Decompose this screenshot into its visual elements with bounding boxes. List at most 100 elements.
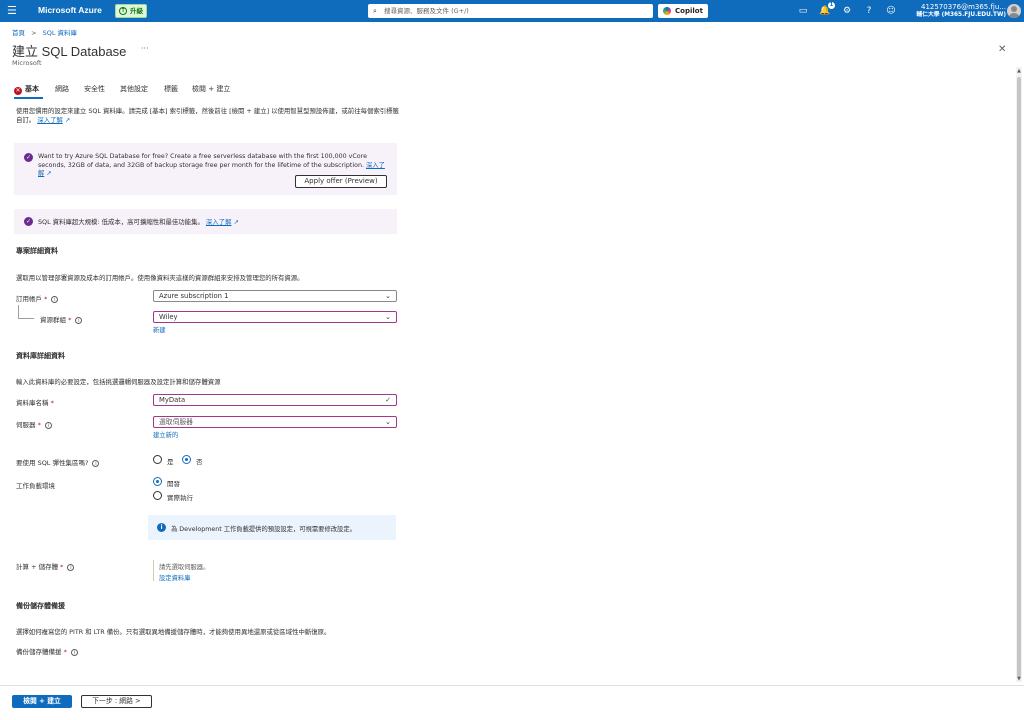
- copilot-icon: [663, 7, 671, 15]
- info-icon: i: [51, 296, 59, 303]
- create-resource-group-link[interactable]: 新建: [153, 325, 166, 334]
- review-create-button[interactable]: 檢閱 + 建立: [12, 695, 72, 708]
- resource-group-select[interactable]: Wiley ⌄: [153, 311, 397, 323]
- avatar[interactable]: [1007, 4, 1021, 18]
- tab-basics[interactable]: ✕ 基本: [14, 84, 39, 95]
- check-icon: ✓: [385, 396, 391, 404]
- workload-info-banner: i 為 Development 工作負載提供的預設設定，可視需要修改設定。: [148, 515, 396, 540]
- upgrade-icon: ↑: [119, 7, 127, 15]
- breadcrumb-separator: >: [31, 29, 37, 37]
- resource-group-label: 資源群組 * i: [40, 314, 83, 324]
- database-name-value: MyData: [159, 396, 186, 404]
- search-placeholder: 搜尋資源、服務及文件 (G+/): [384, 7, 469, 15]
- hyperscale-learn-more-link[interactable]: 深入了解: [206, 218, 232, 226]
- subscription-label: 訂用帳戶 * i: [16, 293, 59, 303]
- help-icon[interactable]: ?: [863, 5, 875, 17]
- info-icon: i: [157, 523, 166, 532]
- chevron-down-icon: ⌄: [385, 292, 391, 300]
- server-label: 伺服器 * i: [16, 419, 52, 429]
- close-icon[interactable]: ✕: [998, 44, 1006, 55]
- menu-icon[interactable]: ☰: [7, 4, 19, 18]
- info-icon: i: [75, 317, 83, 324]
- hyperscale-icon: ✓: [24, 217, 33, 226]
- hyperscale-text: SQL 資料庫超大規模: 低成本，高可擴縮性和最佳功能集。 深入了解 ↗: [38, 218, 239, 226]
- user-org: 輔仁大學 (M365.FJU.EDU.TW): [916, 12, 1006, 18]
- compute-storage-text: 請先選取伺服器。: [159, 564, 210, 571]
- workload-production-label: 實際執行: [167, 494, 193, 502]
- breadcrumb: 首頁 > SQL 資料庫: [12, 27, 77, 37]
- feedback-icon[interactable]: ☺: [885, 5, 897, 17]
- project-details-heading: 專案詳細資料: [16, 247, 58, 255]
- more-options-icon[interactable]: ···: [141, 44, 149, 53]
- global-search-input[interactable]: ⌕ 搜尋資源、服務及文件 (G+/): [368, 4, 653, 18]
- elastic-pool-no-label: 否: [196, 458, 203, 466]
- database-name-label: 資料庫名稱 *: [16, 399, 54, 407]
- elastic-pool-label: 要使用 SQL 彈性集區嗎? i: [16, 457, 100, 467]
- user-name: 412570376@m365.fju...: [920, 3, 1006, 11]
- page-title: 建立 SQL Database: [12, 44, 127, 59]
- subscription-value: Azure subscription 1: [159, 292, 229, 300]
- chevron-down-icon: ⌄: [385, 313, 391, 321]
- backup-redundancy-desc: 選擇如何複寫您的 PITR 和 LTR 備份。只有選取異地備援儲存體時，才能夠使…: [16, 628, 331, 636]
- info-icon: i: [67, 564, 75, 571]
- backup-redundancy-heading: 備份儲存體備援: [16, 602, 65, 610]
- info-icon: i: [70, 649, 78, 656]
- database-details-desc: 輸入此資料庫的必要設定，包括挑選邏輯伺服器及設定計算和儲存體資源: [16, 378, 221, 386]
- info-icon: i: [92, 460, 100, 467]
- active-tab-indicator: [14, 97, 43, 99]
- footer-bar: [0, 685, 1024, 720]
- database-name-input[interactable]: MyData ✓: [153, 394, 397, 406]
- tree-connector: [18, 305, 19, 319]
- info-icon: i: [44, 422, 52, 429]
- offer-icon: ✓: [24, 153, 33, 162]
- page-subtitle: Microsoft: [12, 59, 42, 67]
- scrollbar-thumb[interactable]: [1017, 77, 1021, 677]
- project-details-desc: 選取用以管理部署資源及成本的訂用帳戶。使用像資料夾這樣的資源群組來安排及管理您的…: [16, 274, 304, 282]
- compute-storage-label: 計算 + 儲存體 * i: [16, 561, 75, 571]
- database-details-heading: 資料庫詳細資料: [16, 352, 65, 360]
- tab-tags[interactable]: 標籤: [164, 84, 178, 94]
- apply-offer-button[interactable]: Apply offer (Preview): [295, 175, 387, 188]
- intro-text: 使用您慣用的設定來建立 SQL 資料庫。請完成 [基本] 索引標籤，然後前往 […: [16, 107, 399, 124]
- hyperscale-banner: ✓ SQL 資料庫超大規模: 低成本，高可擴縮性和最佳功能集。 深入了解 ↗: [14, 209, 397, 234]
- server-select[interactable]: 選取伺服器 ⌄: [153, 416, 397, 428]
- error-icon: ✕: [14, 87, 22, 95]
- account-info[interactable]: 412570376@m365.fju... 輔仁大學 (M365.FJU.EDU…: [914, 3, 1006, 19]
- compute-accent-bar: [153, 560, 154, 581]
- configure-database-link[interactable]: 設定資料庫: [159, 573, 190, 582]
- top-bar: ☰ Microsoft Azure ↑ 升級 ⌕ 搜尋資源、服務及文件 (G+/…: [0, 0, 1024, 22]
- workload-production-radio[interactable]: [153, 491, 162, 500]
- tab-additional-settings[interactable]: 其他設定: [120, 84, 148, 94]
- tree-connector: [18, 318, 34, 319]
- workload-info-text: 為 Development 工作負載提供的預設設定，可視需要修改設定。: [171, 526, 356, 533]
- copilot-label: Copilot: [675, 7, 703, 15]
- workload-development-radio[interactable]: [153, 477, 162, 486]
- resource-group-value: Wiley: [159, 313, 178, 321]
- copilot-button[interactable]: Copilot: [658, 4, 708, 18]
- tab-networking[interactable]: 網路: [55, 84, 69, 94]
- create-server-link[interactable]: 建立新的: [153, 430, 178, 439]
- upgrade-label: 升級: [130, 7, 143, 15]
- tab-review-create[interactable]: 檢閱 + 建立: [192, 84, 230, 94]
- breadcrumb-home[interactable]: 首頁: [12, 29, 25, 37]
- breadcrumb-sql-databases[interactable]: SQL 資料庫: [43, 29, 77, 37]
- next-networking-button[interactable]: 下一步 : 網路 >: [81, 695, 152, 708]
- brand-title[interactable]: Microsoft Azure: [38, 5, 102, 15]
- workload-environment-label: 工作負載環境: [16, 482, 55, 490]
- workload-development-label: 開發: [167, 480, 180, 488]
- search-icon: ⌕: [373, 7, 377, 15]
- cloud-shell-icon[interactable]: ▭: [797, 5, 809, 17]
- subscription-select[interactable]: Azure subscription 1 ⌄: [153, 290, 397, 302]
- free-offer-banner: ✓ Want to try Azure SQL Database for fre…: [14, 143, 397, 195]
- server-placeholder: 選取伺服器: [159, 418, 193, 426]
- scroll-up-icon[interactable]: ▲: [1016, 68, 1022, 74]
- tab-security[interactable]: 安全性: [84, 84, 105, 94]
- elastic-pool-no-radio[interactable]: [182, 455, 191, 464]
- elastic-pool-yes-radio[interactable]: [153, 455, 162, 464]
- notification-count: 1: [828, 2, 835, 9]
- backup-redundancy-label: 備份儲存體備援 * i: [16, 646, 78, 656]
- learn-more-link[interactable]: 深入了解: [37, 116, 63, 124]
- settings-icon[interactable]: ⚙: [841, 5, 853, 17]
- scroll-down-icon[interactable]: ▼: [1016, 676, 1022, 682]
- upgrade-button[interactable]: ↑ 升級: [115, 4, 147, 18]
